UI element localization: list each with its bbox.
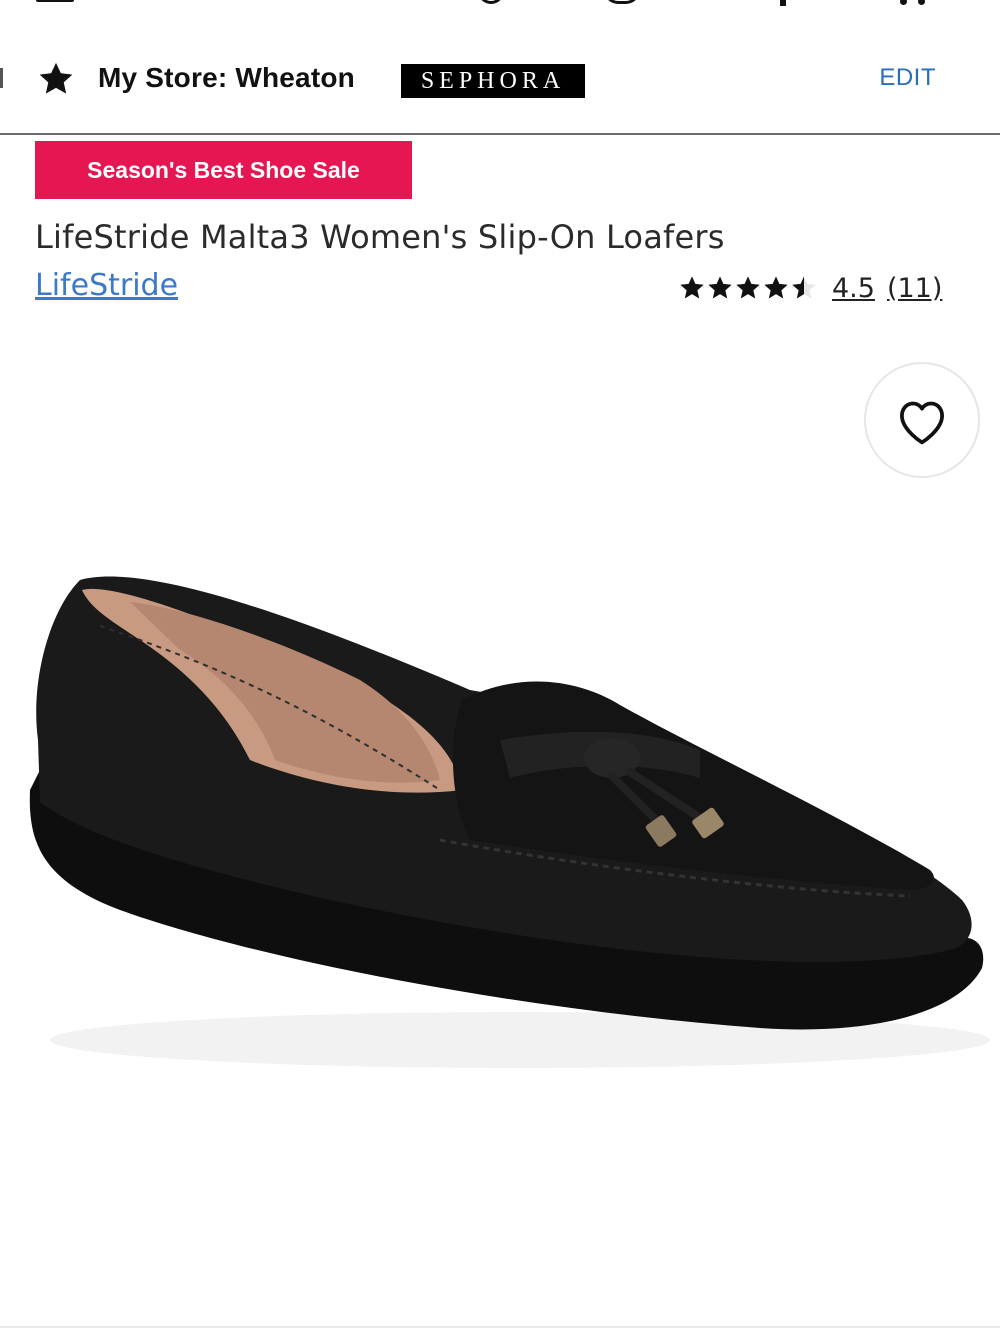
edit-store-link[interactable]: EDIT bbox=[879, 64, 936, 92]
store-bar: My Store: Wheaton SEPHORA EDIT bbox=[0, 44, 1000, 114]
product-image[interactable] bbox=[0, 540, 1000, 1100]
star-full-icon bbox=[708, 276, 732, 299]
my-store-label: My Store: Wheaton bbox=[98, 62, 355, 93]
rating-stars bbox=[678, 274, 818, 302]
heart-icon bbox=[900, 401, 944, 445]
rating[interactable]: 4.5 (11) bbox=[678, 270, 942, 306]
top-nav-cutoff bbox=[0, 0, 1000, 14]
favorite-button[interactable] bbox=[864, 362, 980, 478]
divider bbox=[0, 133, 1000, 135]
menu-icon[interactable] bbox=[36, 0, 74, 2]
location-icon[interactable] bbox=[780, 0, 786, 6]
rating-score[interactable]: 4.5 bbox=[832, 273, 875, 304]
sale-badge[interactable]: Season's Best Shoe Sale bbox=[35, 141, 412, 199]
star-icon bbox=[39, 62, 73, 94]
search-icon[interactable] bbox=[478, 0, 504, 4]
review-count[interactable]: (11) bbox=[887, 273, 942, 304]
star-full-icon bbox=[680, 276, 704, 299]
account-icon[interactable] bbox=[604, 0, 640, 4]
cart-icon[interactable] bbox=[896, 0, 932, 8]
brand-link[interactable]: LifeStride bbox=[35, 268, 178, 303]
product-title: LifeStride Malta3 Women's Slip-On Loafer… bbox=[35, 218, 725, 256]
bottom-divider bbox=[0, 1326, 1000, 1328]
star-full-icon bbox=[764, 276, 788, 299]
left-edge-marker bbox=[0, 68, 3, 88]
star-full-icon bbox=[736, 276, 760, 299]
star-half-icon bbox=[792, 276, 816, 299]
sephora-logo: SEPHORA bbox=[401, 64, 585, 98]
